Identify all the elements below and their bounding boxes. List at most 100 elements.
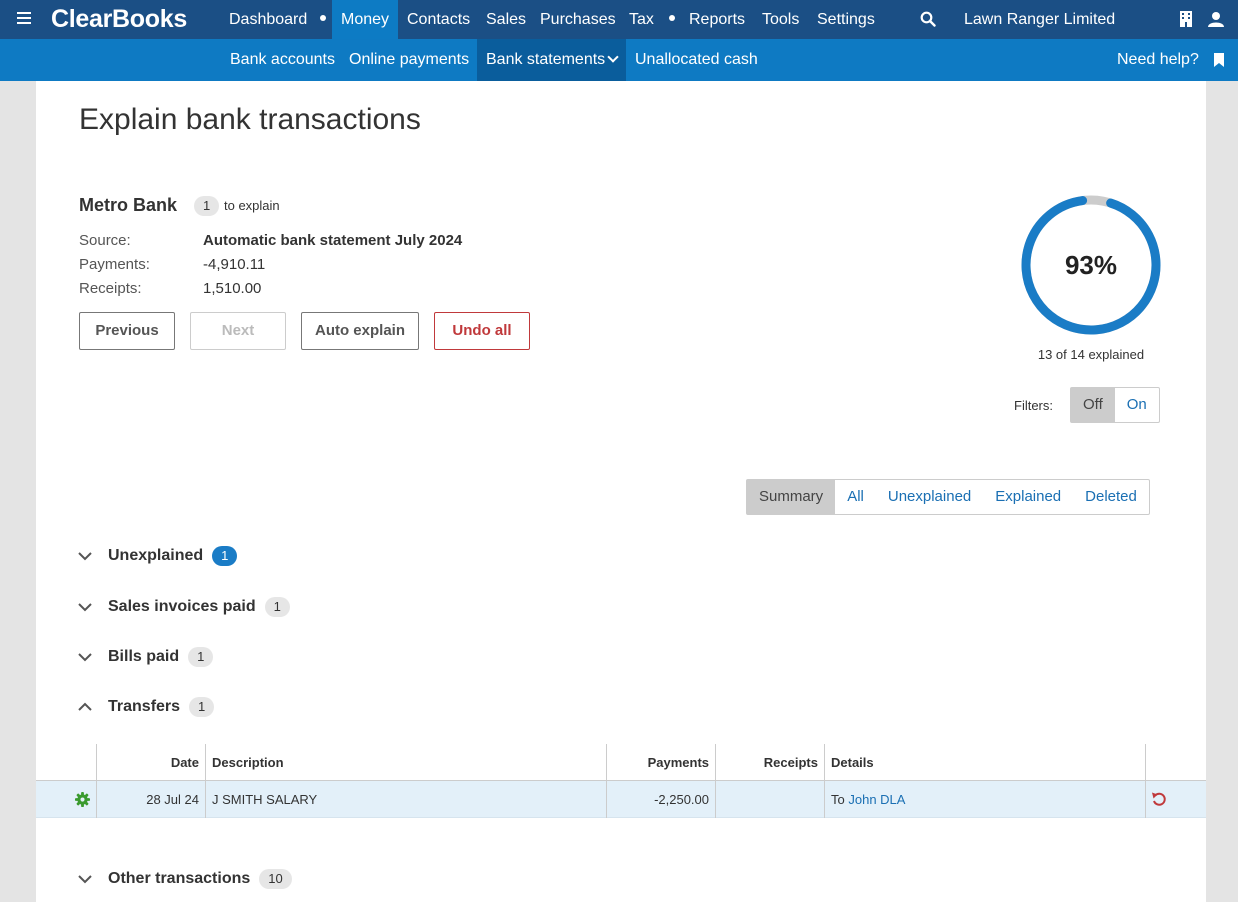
filters-label: Filters:: [1014, 398, 1053, 413]
row-description: J SMITH SALARY: [212, 792, 318, 807]
subnav-bank-statements-label: Bank statements: [486, 51, 606, 68]
row-payments: -2,250.00: [654, 792, 709, 807]
section-label: Unexplained: [108, 547, 204, 564]
column-divider: [824, 781, 825, 818]
nav-settings[interactable]: Settings: [808, 0, 884, 39]
column-header-description[interactable]: Description: [212, 755, 284, 770]
view-tabs: Summary All Unexplained Explained Delete…: [746, 479, 1150, 515]
section-unexplained[interactable]: Unexplained 1: [78, 544, 238, 568]
column-divider: [96, 781, 97, 818]
nav-dot: [669, 15, 675, 21]
receipts-value: 1,510.00: [203, 280, 262, 297]
count-badge: 1: [188, 647, 214, 667]
nav-money[interactable]: Money: [332, 0, 399, 39]
nav-sales[interactable]: Sales: [477, 0, 535, 39]
top-navigation-bar: ClearBooks Dashboard Money Contacts Sale…: [0, 0, 1238, 39]
chevron-down-icon: [607, 51, 619, 63]
column-header-receipts[interactable]: Receipts: [764, 755, 818, 770]
need-help-link[interactable]: Need help?: [1117, 39, 1199, 81]
payments-label: Payments:: [79, 256, 150, 273]
next-button[interactable]: Next: [190, 312, 286, 350]
nav-contacts[interactable]: Contacts: [398, 0, 479, 39]
gear-icon[interactable]: [75, 792, 90, 807]
clearbooks-logo[interactable]: ClearBooks: [51, 5, 187, 34]
company-name[interactable]: Lawn Ranger Limited: [964, 0, 1115, 39]
subnav-bank-statements[interactable]: Bank statements: [477, 39, 627, 81]
section-label: Bills paid: [108, 648, 180, 665]
transfers-table-header: Date Description Payments Receipts Detai…: [36, 744, 1206, 781]
row-details-link[interactable]: John DLA: [848, 792, 905, 807]
previous-button[interactable]: Previous: [79, 312, 175, 350]
nav-purchases[interactable]: Purchases: [531, 0, 625, 39]
column-divider: [606, 781, 607, 818]
table-row[interactable]: 28 Jul 24 J SMITH SALARY -2,250.00 To Jo…: [36, 781, 1206, 818]
column-divider: [824, 744, 825, 781]
chevron-down-icon: [78, 875, 92, 884]
count-badge: 1: [189, 697, 215, 717]
tab-all[interactable]: All: [835, 480, 876, 514]
count-badge: 1: [264, 597, 290, 617]
menu-icon[interactable]: [17, 12, 31, 26]
section-label: Transfers: [108, 698, 181, 715]
bank-name: Metro Bank: [79, 195, 178, 215]
chevron-down-icon: [78, 552, 92, 561]
explained-count: 13 of 14 explained: [1037, 347, 1145, 362]
column-header-payments[interactable]: Payments: [648, 755, 709, 770]
row-date: 28 Jul 24: [146, 792, 199, 807]
nav-tools[interactable]: Tools: [753, 0, 808, 39]
section-bills-paid[interactable]: Bills paid 1: [78, 645, 214, 669]
subnav-unallocated-cash[interactable]: Unallocated cash: [626, 39, 767, 81]
tab-summary[interactable]: Summary: [747, 480, 836, 514]
column-divider: [96, 744, 97, 781]
tab-deleted[interactable]: Deleted: [1073, 480, 1149, 514]
building-icon[interactable]: [1179, 11, 1193, 27]
tab-unexplained[interactable]: Unexplained: [876, 480, 983, 514]
nav-dot: [320, 15, 326, 21]
undo-icon[interactable]: [1151, 791, 1167, 807]
filters-on-option[interactable]: On: [1115, 388, 1159, 422]
count-badge: 1: [212, 546, 238, 566]
nav-reports[interactable]: Reports: [680, 0, 754, 39]
section-other-transactions[interactable]: Other transactions 10: [78, 867, 292, 891]
money-subnavigation: Bank accounts Online payments Bank state…: [0, 39, 1238, 81]
nav-tax[interactable]: Tax: [620, 0, 663, 39]
progress-percent: 93%: [1064, 250, 1118, 280]
chevron-down-icon: [78, 653, 92, 662]
subnav-online-payments[interactable]: Online payments: [340, 39, 478, 81]
column-divider: [606, 744, 607, 781]
column-divider: [1145, 781, 1146, 818]
source-label: Source:: [79, 232, 131, 249]
filters-toggle: Off On: [1070, 387, 1160, 423]
column-divider: [715, 781, 716, 818]
filters-off-option[interactable]: Off: [1071, 388, 1115, 422]
column-divider: [205, 781, 206, 818]
column-divider: [715, 744, 716, 781]
receipts-label: Receipts:: [79, 280, 142, 297]
undo-all-button[interactable]: Undo all: [434, 312, 530, 350]
to-explain-badge: 1: [194, 196, 220, 216]
count-badge: 10: [259, 869, 292, 889]
row-details: To John DLA: [831, 792, 905, 807]
chevron-down-icon: [78, 603, 92, 612]
column-divider: [205, 744, 206, 781]
user-icon[interactable]: [1208, 11, 1224, 27]
bookmark-icon[interactable]: [1213, 53, 1225, 67]
page-title: Explain bank transactions: [79, 103, 421, 136]
row-details-prefix: To: [831, 792, 845, 807]
column-header-details: Details: [831, 755, 874, 770]
section-transfers[interactable]: Transfers 1: [78, 695, 215, 719]
column-header-date[interactable]: Date: [171, 755, 199, 770]
search-icon[interactable]: [920, 11, 936, 27]
chevron-up-icon: [78, 702, 92, 711]
main-panel: Explain bank transactions Metro Bank 1 t…: [36, 81, 1206, 902]
payments-value: -4,910.11: [203, 256, 266, 273]
nav-dashboard[interactable]: Dashboard: [220, 0, 316, 39]
subnav-bank-accounts[interactable]: Bank accounts: [221, 39, 344, 81]
section-sales-invoices-paid[interactable]: Sales invoices paid 1: [78, 595, 290, 619]
to-explain-label: to explain: [224, 198, 280, 213]
tab-explained[interactable]: Explained: [983, 480, 1073, 514]
section-label: Other transactions: [108, 870, 251, 887]
column-divider: [1145, 744, 1146, 781]
auto-explain-button[interactable]: Auto explain: [301, 312, 419, 350]
section-label: Sales invoices paid: [108, 598, 256, 615]
